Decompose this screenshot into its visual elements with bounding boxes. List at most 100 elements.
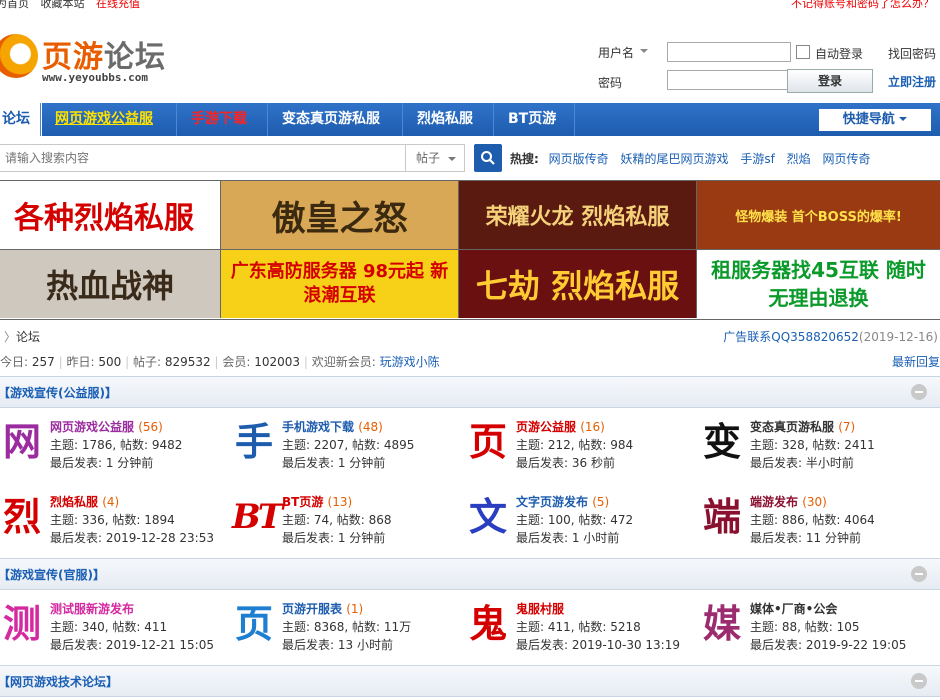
site-logo[interactable]: 页游论坛 www.yeyoubbs.com	[0, 28, 190, 90]
breadcrumb-home-icon[interactable]: 〉	[4, 328, 16, 345]
ad-banner[interactable]: 傲皇之怒	[221, 181, 459, 250]
nav-item-private-servers[interactable]: 变态真页游私服	[267, 103, 394, 136]
forum-entry[interactable]: 烈烈焰私服 (4) 主题: 336, 帖数: 1894 最后发表: 2019-12-…	[0, 493, 235, 553]
nav-item-mobile-download[interactable]: 手游下载	[176, 103, 261, 136]
forum-today-count: (30)	[802, 495, 827, 509]
forum-entry[interactable]: 网网页游戏公益服 (56) 主题: 1786, 帖数: 9482 最后发表: 1 分…	[0, 418, 235, 478]
forum-name-link[interactable]: 烈焰私服 (4)	[50, 493, 119, 510]
forum-name-link[interactable]: 文字页游发布 (5)	[516, 493, 609, 510]
ad-banner[interactable]: 怪物爆装 首个BOSS的爆率!	[697, 181, 940, 250]
auto-login-label[interactable]: 自动登录	[815, 45, 863, 62]
forum-icon[interactable]: 网	[0, 420, 44, 464]
ad-banner[interactable]: 各种烈焰私服	[0, 181, 221, 250]
forum-name-link[interactable]: 测试服新游发布	[50, 600, 134, 617]
hot-search-item[interactable]: 网页版传奇	[549, 152, 609, 166]
ad-banner[interactable]: 广东高防服务器 98元起 新浪潮互联	[221, 250, 459, 318]
forum-last-post: 最后发表: 半小时前	[750, 456, 854, 470]
section-header[interactable]: 【网页游戏技术论坛】	[0, 665, 940, 697]
search-icon	[481, 151, 495, 165]
find-password-link[interactable]: 找回密码	[888, 45, 936, 62]
section-header[interactable]: 【游戏宣传(公益服)】	[0, 376, 940, 408]
password-label: 密码	[598, 76, 623, 90]
forum-icon[interactable]: 鬼	[466, 602, 510, 646]
search-input[interactable]	[0, 144, 406, 172]
section-header[interactable]: 【游戏宣传(官服)】	[0, 558, 940, 590]
forgot-account-link[interactable]: 不记得账号和密码了怎么办？	[791, 0, 934, 9]
forum-icon[interactable]: 测	[0, 602, 44, 646]
register-link[interactable]: 立即注册	[888, 73, 936, 90]
forum-name-link[interactable]: 页游公益服 (16)	[516, 418, 605, 435]
breadcrumb-title[interactable]: 论坛	[16, 328, 40, 345]
forum-name-link[interactable]: 变态真页游私服 (7)	[750, 418, 855, 435]
auto-login-checkbox[interactable]	[796, 45, 810, 59]
set-homepage-link[interactable]: 为首页	[0, 0, 29, 10]
search-button[interactable]	[474, 144, 502, 172]
latest-replies-link[interactable]: 最新回复	[892, 353, 940, 370]
stat-today: 257	[31, 355, 55, 369]
hot-search-item[interactable]: 手游sf	[740, 152, 774, 166]
forum-last-post: 最后发表: 1 分钟前	[282, 456, 386, 470]
forum-icon[interactable]: 文	[466, 495, 510, 539]
forum-icon[interactable]: 烈	[0, 495, 44, 539]
forum-last-post: 最后发表: 1 分钟前	[50, 456, 154, 470]
forum-icon[interactable]: 页	[232, 602, 276, 646]
collapse-icon[interactable]	[911, 384, 927, 400]
nav-item-bt[interactable]: BT页游	[493, 103, 570, 136]
forum-last-post: 最后发表: 36 秒前	[516, 456, 615, 470]
forum-name-link[interactable]: 页游开服表 (1)	[282, 600, 363, 617]
password-input[interactable]	[667, 70, 791, 90]
forum-entry[interactable]: 手手机游戏下载 (48) 主题: 2207, 帖数: 4895 最后发表: 1 分钟…	[232, 418, 467, 478]
search-bar: 帖子 热搜: 网页版传奇 妖精的尾巴网页游戏 手游sf 烈焰 网页传奇	[0, 141, 940, 173]
forum-today-count: (48)	[358, 420, 383, 434]
login-button[interactable]: 登录	[787, 69, 873, 93]
forum-name-link[interactable]: 网页游戏公益服 (56)	[50, 418, 163, 435]
forum-name-link[interactable]: 手机游戏下载 (48)	[282, 418, 383, 435]
nav-item-forum[interactable]: 论坛	[0, 103, 42, 136]
nav-item-lieyan[interactable]: 烈焰私服	[402, 103, 487, 136]
forum-entry[interactable]: 文文字页游发布 (5) 主题: 100, 帖数: 472 最后发表: 1 小时前	[466, 493, 701, 553]
forum-icon[interactable]: 手	[232, 420, 276, 464]
quick-nav-dropdown-icon	[899, 117, 908, 125]
ad-banner[interactable]: 七劫 烈焰私服	[459, 250, 697, 318]
new-member-link[interactable]: 玩游戏小陈	[380, 355, 440, 369]
stat-members-label: 会员:	[222, 355, 251, 369]
forum-entry[interactable]: BT BT页游 (13) 主题: 74, 帖数: 868 最后发表: 1 分钟前	[232, 493, 467, 553]
recharge-link[interactable]: 在线充值	[96, 0, 140, 10]
forum-name: 烈焰私服	[50, 495, 99, 509]
hot-search-item[interactable]: 网页传奇	[822, 152, 870, 166]
username-type-dropdown-icon[interactable]	[640, 49, 648, 57]
forum-name: 手机游戏下载	[282, 420, 355, 434]
forum-name-link[interactable]: 鬼服村服	[516, 600, 564, 617]
forum-entry[interactable]: 页页游开服表 (1) 主题: 8368, 帖数: 11万 最后发表: 13 小时前	[232, 600, 467, 660]
collapse-icon[interactable]	[911, 673, 927, 689]
collapse-icon[interactable]	[911, 566, 927, 582]
forum-today-count: (4)	[102, 495, 120, 509]
forum-icon[interactable]: 页	[466, 420, 510, 464]
forum-name-link[interactable]: 媒体•厂商•公会	[750, 600, 837, 617]
quick-nav-button[interactable]: 快捷导航	[819, 109, 931, 131]
hot-searches: 热搜: 网页版传奇 妖精的尾巴网页游戏 手游sf 烈焰 网页传奇	[510, 150, 879, 167]
forum-entry[interactable]: 变变态真页游私服 (7) 主题: 328, 帖数: 2411 最后发表: 半小时前	[700, 418, 935, 478]
forum-name-link[interactable]: 端游发布 (30)	[750, 493, 827, 510]
search-scope-select[interactable]: 帖子	[405, 144, 465, 172]
bookmark-link[interactable]: 收藏本站	[41, 0, 85, 10]
nav-item-public-servers[interactable]: 网页游戏公益服	[40, 103, 167, 136]
forum-entry[interactable]: 鬼鬼服村服 主题: 411, 帖数: 5218 最后发表: 2019-10-30 …	[466, 600, 701, 660]
forum-name-link[interactable]: BT页游 (13)	[282, 493, 352, 510]
forum-topic-stats: 主题: 74, 帖数: 868	[282, 513, 392, 527]
ad-banner[interactable]: 租服务器找45互联 随时无理由退换	[697, 250, 940, 318]
ad-contact-link[interactable]: 广告联系QQ358820652(2019-12-16)	[723, 328, 938, 345]
forum-icon[interactable]: 端	[700, 495, 744, 539]
username-input[interactable]	[667, 42, 791, 62]
forum-icon[interactable]: 变	[700, 420, 744, 464]
forum-entry[interactable]: 媒媒体•厂商•公会 主题: 88, 帖数: 105 最后发表: 2019-9-22…	[700, 600, 935, 660]
forum-entry[interactable]: 端端游发布 (30) 主题: 886, 帖数: 4064 最后发表: 11 分钟前	[700, 493, 935, 553]
forum-entry[interactable]: 测测试服新游发布 主题: 340, 帖数: 411 最后发表: 2019-12-2…	[0, 600, 235, 660]
hot-search-item[interactable]: 妖精的尾巴网页游戏	[620, 152, 728, 166]
forum-icon[interactable]: 媒	[700, 602, 744, 646]
forum-entry[interactable]: 页页游公益服 (16) 主题: 212, 帖数: 984 最后发表: 36 秒前	[466, 418, 701, 478]
ad-banner[interactable]: 荣耀火龙 烈焰私服	[459, 181, 697, 250]
hot-search-item[interactable]: 烈焰	[787, 152, 811, 166]
ad-banner[interactable]: 热血战神	[0, 250, 221, 318]
forum-icon[interactable]: BT	[232, 495, 283, 539]
